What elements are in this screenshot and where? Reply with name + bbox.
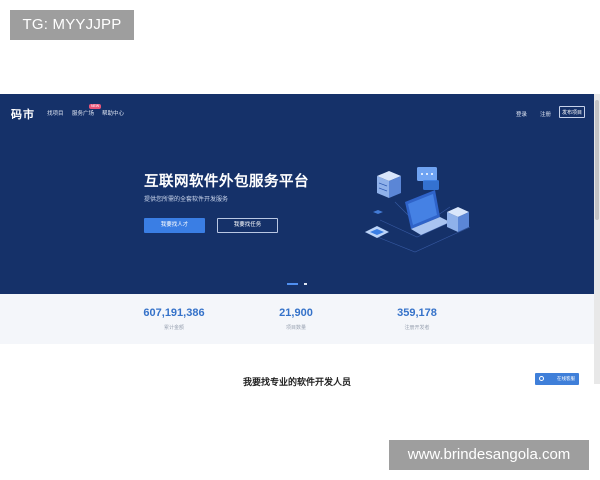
watermark-bottom: www.brindesangola.com — [389, 440, 589, 470]
publish-project-button[interactable]: 发布项目 — [559, 106, 585, 118]
nav-item-find-project[interactable]: 找项目 — [47, 109, 64, 117]
hero-banner — [0, 94, 594, 294]
server-icon — [447, 207, 469, 232]
screenshot: TG: MYYJJPP 码市 找项目 服务广场 NEW 帮助中心 登录 注册 发… — [0, 0, 600, 480]
chat-bubble-icon — [417, 167, 439, 190]
page-scrollbar[interactable] — [594, 94, 600, 384]
online-consult-label: 在线客服 — [557, 376, 575, 381]
stat-project-count-label: 项目数量 — [285, 325, 306, 331]
carousel-dot-active[interactable] — [287, 283, 298, 285]
chip-icon — [365, 226, 389, 238]
stats-bar — [0, 294, 594, 344]
register-link[interactable]: 注册 — [540, 110, 551, 118]
login-link[interactable]: 登录 — [516, 110, 527, 118]
stat-project-count-value: 21,900 — [279, 307, 313, 319]
stat-developer-count-value: 359,178 — [397, 307, 437, 319]
stat-total-amount-value: 607,191,386 — [143, 307, 205, 319]
chat-icon — [539, 376, 544, 381]
watermark-top: TG: MYYJJPP — [10, 10, 134, 40]
find-task-button[interactable]: 我要找任务 — [217, 218, 278, 233]
carousel-dot[interactable] — [304, 283, 307, 285]
site-logo[interactable]: 码市 — [11, 106, 35, 122]
hero-subtitle: 提供您所需的全套软件开发服务 — [144, 197, 229, 203]
nav-item-help-center[interactable]: 帮助中心 — [102, 109, 124, 117]
stat-developer-count-label: 注册开发者 — [404, 325, 430, 331]
scrollbar-thumb[interactable] — [595, 100, 599, 220]
laptop-icon — [405, 190, 450, 235]
hero-illustration — [364, 167, 471, 253]
stat-total-amount-label: 累计金额 — [163, 325, 184, 331]
server-icon — [377, 171, 401, 198]
new-badge: NEW — [89, 104, 102, 109]
nav-item-service-plaza[interactable]: 服务广场 — [72, 109, 94, 117]
online-consult-button[interactable]: 在线客服 — [535, 373, 579, 385]
section-title: 我要找专业的软件开发人员 — [242, 377, 351, 387]
hero-title: 互联网软件外包服务平台 — [144, 174, 309, 190]
find-talent-button[interactable]: 我要找人才 — [144, 218, 205, 233]
